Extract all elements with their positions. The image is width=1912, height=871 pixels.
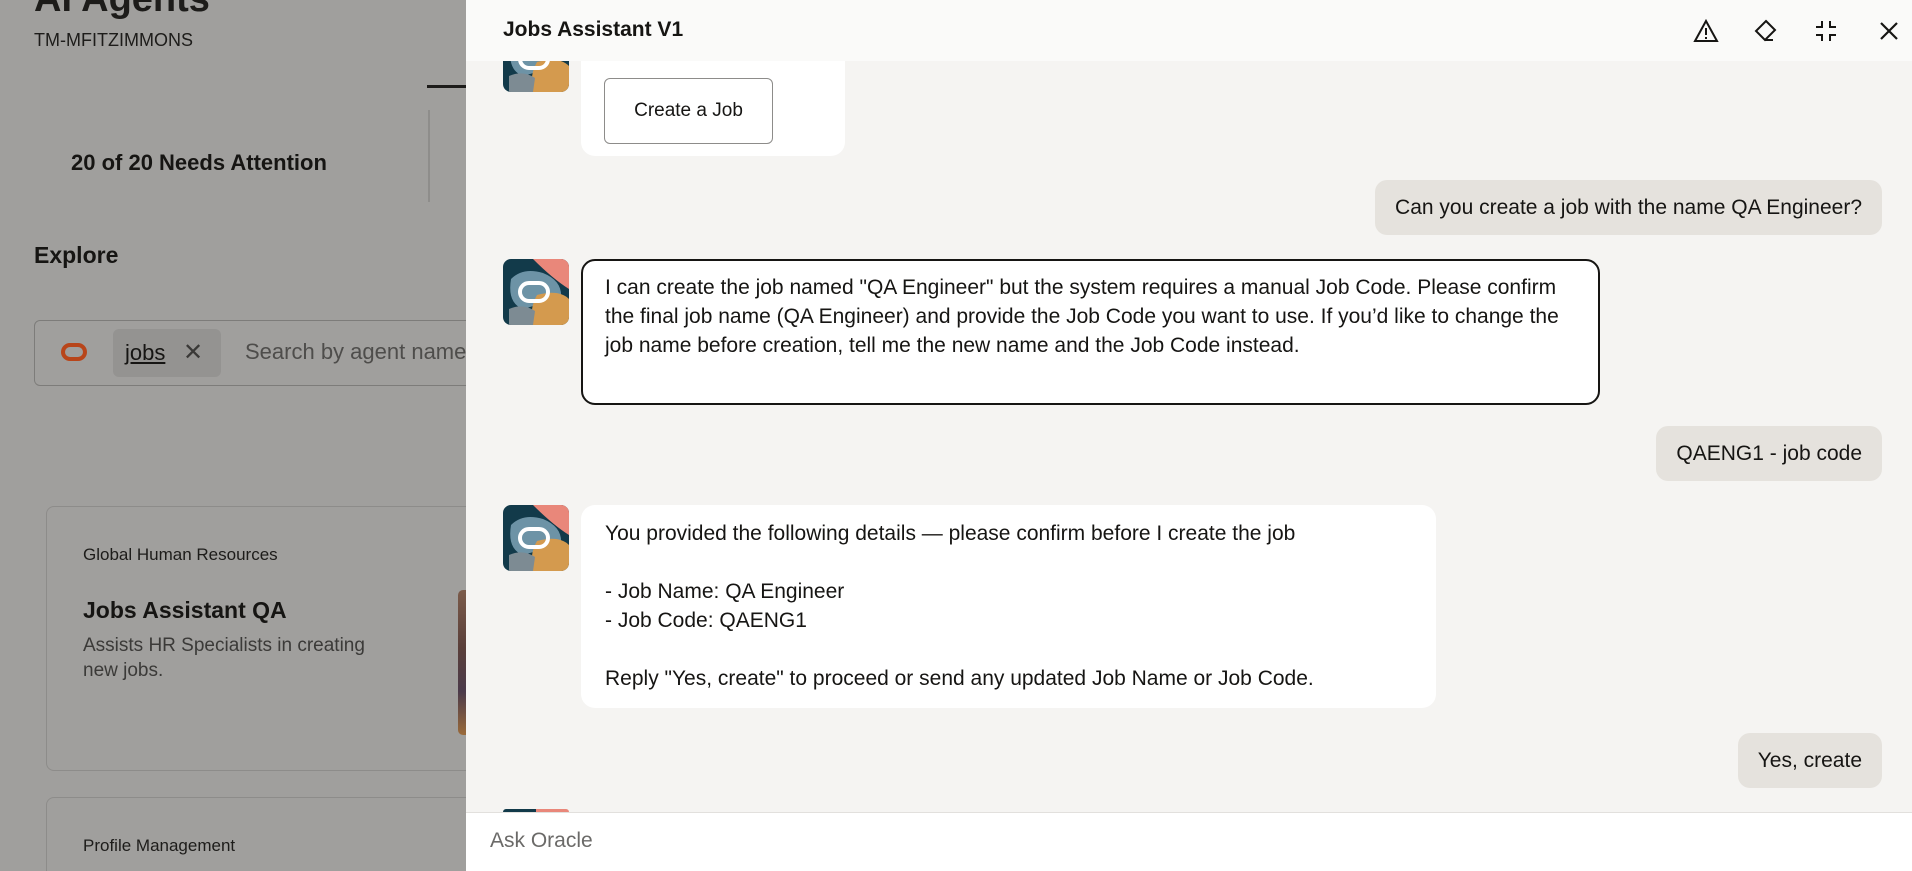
divider	[428, 110, 430, 202]
agent-search-box[interactable]: jobs ✕ Search by agent name	[34, 320, 466, 386]
bot-avatar-icon	[503, 259, 569, 325]
page-title: AI Agents	[34, 0, 210, 21]
bot-message-focused: I can create the job named "QA Engineer"…	[581, 259, 1600, 405]
eraser-icon[interactable]	[1751, 17, 1779, 45]
agent-card[interactable]: Global Human Resources Jobs Assistant QA…	[46, 506, 466, 771]
chat-title: Jobs Assistant V1	[503, 18, 684, 41]
active-tab-indicator	[427, 85, 466, 88]
card-description: Assists HR Specialists in creating new j…	[83, 635, 365, 681]
filter-chip-jobs[interactable]: jobs ✕	[113, 329, 221, 377]
card-org: Profile Management	[83, 836, 236, 855]
needs-attention-metric[interactable]: 20 of 20 Needs Attention	[71, 150, 327, 176]
oracle-logo-icon	[61, 343, 87, 361]
user-message: Yes, create	[1737, 733, 1882, 788]
card-illustration	[458, 590, 466, 735]
chat-messages[interactable]: Create a Job Can you create a job with t…	[466, 61, 1912, 812]
ask-input[interactable]: Ask Oracle	[466, 812, 1912, 871]
remove-chip-icon[interactable]: ✕	[183, 338, 203, 367]
bot-message: You provided the following details — ple…	[581, 505, 1436, 708]
search-placeholder[interactable]: Search by agent name	[245, 339, 466, 365]
card-org: Global Human Resources	[83, 545, 278, 564]
minimize-icon[interactable]	[1812, 17, 1840, 45]
card-name: Jobs Assistant QA	[83, 597, 287, 623]
warning-icon[interactable]	[1692, 17, 1720, 45]
chat-header: Jobs Assistant V1	[466, 0, 1912, 61]
agent-card[interactable]: Profile Management	[46, 797, 466, 871]
user-message: QAENG1 - job code	[1656, 426, 1882, 481]
explore-heading: Explore	[34, 242, 119, 268]
bot-avatar-icon	[503, 505, 569, 571]
close-icon[interactable]	[1875, 17, 1903, 45]
chat-panel: Create a Job Can you create a job with t…	[466, 0, 1912, 871]
create-job-button[interactable]: Create a Job	[604, 78, 773, 144]
agents-page-background: AI Agents TM-MFITZIMMONS 20 of 20 Needs …	[0, 0, 466, 871]
bot-avatar-icon	[503, 61, 569, 92]
ask-input-placeholder[interactable]: Ask Oracle	[490, 829, 593, 853]
bot-message: Create a Job	[581, 61, 845, 156]
user-message: Can you create a job with the name QA En…	[1375, 180, 1882, 235]
user-id: TM-MFITZIMMONS	[34, 30, 193, 50]
chip-label: jobs	[125, 340, 166, 365]
